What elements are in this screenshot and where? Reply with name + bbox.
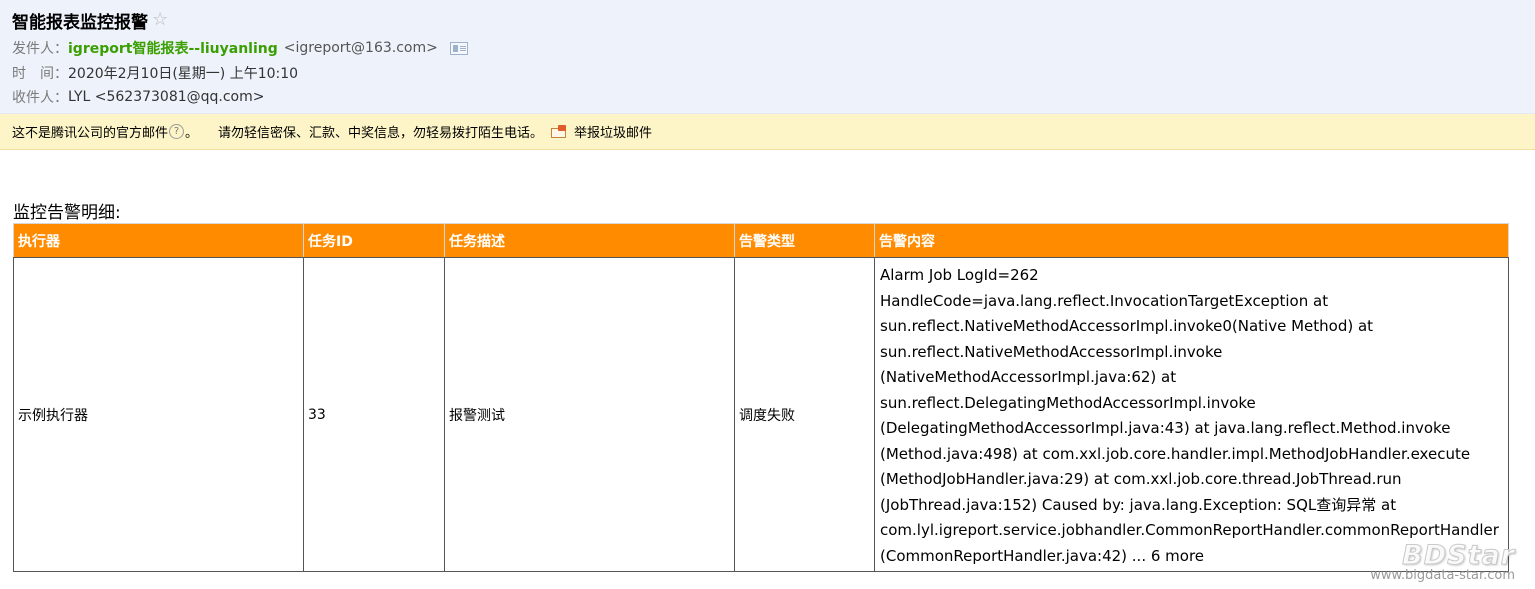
sender-name-link[interactable]: igreport智能报表--liuyanling	[68, 38, 278, 58]
header-executor: 执行器	[13, 223, 304, 258]
to-row: 收件人： LYL <562373081@qq.com>	[12, 87, 265, 107]
sender-address[interactable]: <igreport@163.com>	[284, 40, 438, 56]
report-spam-icon[interactable]	[551, 125, 568, 138]
help-icon[interactable]: ?	[169, 124, 185, 139]
cell-executor: 示例执行器	[13, 257, 304, 572]
subject-line: 智能报表监控报警 ☆	[12, 8, 168, 33]
star-icon[interactable]: ☆	[152, 11, 168, 29]
warning-text-2: 。	[185, 126, 199, 141]
mail-header: 智能报表监控报警 ☆ 发件人： igreport智能报表--liuyanling…	[0, 0, 1535, 114]
time-label: 时 间：	[12, 66, 68, 82]
from-row: 发件人： igreport智能报表--liuyanling <igreport@…	[12, 38, 468, 58]
header-alarm-content: 告警内容	[874, 223, 1509, 258]
security-warning-bar: 这不是腾讯公司的官方邮件 ? 。 请勿轻信密保、汇款、中奖信息，勿轻易拨打陌生电…	[0, 114, 1535, 150]
report-spam-link[interactable]: 举报垃圾邮件	[574, 122, 652, 141]
warning-text-3: 请勿轻信密保、汇款、中奖信息，勿轻易拨打陌生电话。	[218, 126, 544, 141]
time-value: 2020年2月10日(星期一) 上午10:10	[68, 66, 299, 82]
from-label: 发件人：	[12, 41, 68, 57]
warning-text-1: 这不是腾讯公司的官方邮件	[12, 126, 169, 141]
alarm-table: 执行器 任务ID 任务描述 告警类型 告警内容 示例执行器 33 报警测试 调度…	[13, 223, 1509, 572]
table-row: 示例执行器 33 报警测试 调度失败 Alarm Job LogId=262 H…	[13, 257, 1509, 572]
time-row: 时 间： 2020年2月10日(星期一) 上午10:10	[12, 63, 298, 83]
cell-alarm-content: Alarm Job LogId=262 HandleCode=java.lang…	[874, 257, 1509, 572]
table-header-row: 执行器 任务ID 任务描述 告警类型 告警内容	[13, 223, 1509, 258]
mail-subject: 智能报表监控报警	[12, 12, 148, 33]
header-task-desc: 任务描述	[444, 223, 735, 258]
contact-card-icon[interactable]	[449, 41, 468, 55]
section-title: 监控告警明细:	[13, 203, 121, 223]
header-task-id: 任务ID	[303, 223, 445, 258]
cell-alarm-type: 调度失败	[734, 257, 875, 572]
cell-task-id: 33	[303, 257, 445, 572]
recipient[interactable]: LYL <562373081@qq.com>	[68, 89, 265, 105]
to-label: 收件人：	[12, 90, 68, 106]
cell-task-desc: 报警测试	[444, 257, 735, 572]
header-alarm-type: 告警类型	[734, 223, 875, 258]
